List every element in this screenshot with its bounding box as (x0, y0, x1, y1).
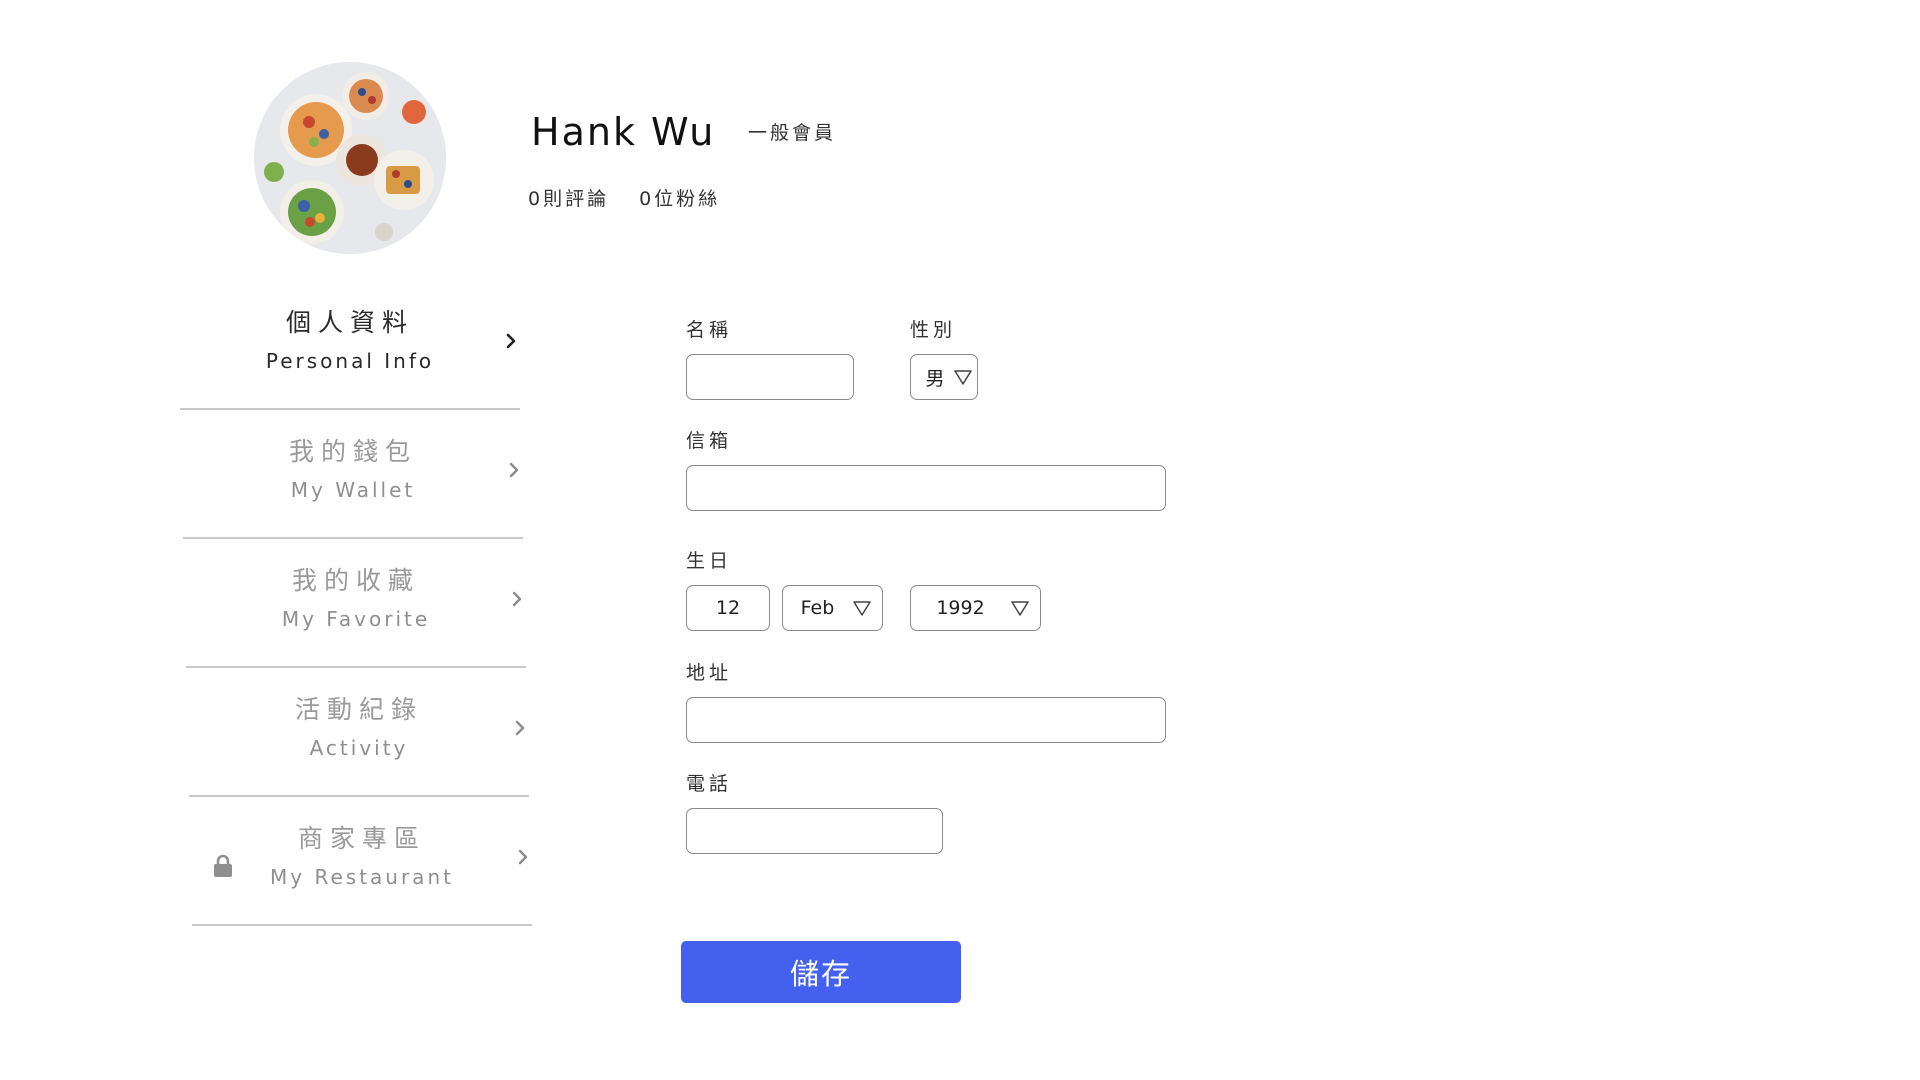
sidebar-item-label: 活動紀錄 (294, 695, 423, 724)
sidebar-item-label: 個人資料 (285, 308, 414, 337)
member-level-badge: 一般會員 (748, 122, 837, 144)
sidebar-item-sublabel: My Wallet (290, 478, 416, 502)
follower-count[interactable]: 0位粉絲 (639, 186, 720, 212)
sidebar-item-sublabel: My Restaurant (270, 865, 454, 889)
sidebar-item-sublabel: Personal Info (265, 349, 435, 373)
sidebar-item-sublabel: My Favorite (281, 607, 431, 631)
sidebar-item-label: 商家專區 (297, 824, 426, 853)
sidebar-item-my-restaurant[interactable]: 商家專區 My Restaurant (192, 796, 532, 926)
email-label: 信箱 (686, 430, 733, 452)
triangle-down-icon (1011, 601, 1029, 616)
triangle-down-icon (954, 370, 972, 385)
sidebar-item-personal-info[interactable]: 個人資料 Personal Info (180, 280, 520, 410)
sidebar-item-my-favorite[interactable]: 我的收藏 My Favorite (186, 538, 526, 668)
gender-select[interactable]: 男 (910, 354, 978, 400)
sidebar-item-sublabel: Activity (309, 736, 409, 760)
profile-stats: 0則評論 0位粉絲 (528, 186, 720, 212)
birthday-label: 生日 (686, 550, 733, 572)
sidebar-item-my-wallet[interactable]: 我的錢包 My Wallet (183, 409, 523, 539)
email-input[interactable] (686, 465, 1166, 511)
birthday-month-value: Feb (800, 597, 835, 619)
chevron-right-icon (512, 591, 522, 607)
name-label: 名稱 (686, 319, 733, 341)
birthday-month-select[interactable]: Feb (782, 585, 883, 631)
chevron-right-icon (515, 720, 525, 736)
avatar (254, 62, 446, 254)
address-label: 地址 (686, 662, 733, 684)
name-input[interactable] (686, 354, 854, 400)
birthday-year-select[interactable]: 1992 (910, 585, 1041, 631)
phone-label: 電話 (686, 773, 733, 795)
triangle-down-icon (853, 601, 871, 616)
birthday-day-input[interactable]: 12 (686, 585, 770, 631)
gender-label: 性別 (910, 319, 957, 341)
birthday-year-value: 1992 (936, 597, 985, 619)
profile-page: Hank Wu 一般會員 0則評論 0位粉絲 個人資料 Personal Inf… (0, 0, 1920, 1080)
chevron-right-icon (506, 333, 516, 349)
review-count[interactable]: 0則評論 (528, 186, 609, 212)
chevron-right-icon (518, 849, 528, 865)
gender-value: 男 (925, 367, 945, 390)
phone-input[interactable] (686, 808, 943, 854)
sidebar-item-label: 我的錢包 (288, 437, 417, 466)
save-button[interactable]: 儲存 (681, 941, 961, 1003)
chevron-right-icon (509, 462, 519, 478)
user-name: Hank Wu (531, 110, 716, 154)
sidebar-item-activity[interactable]: 活動紀錄 Activity (189, 667, 529, 797)
avatar-food-image (254, 62, 446, 254)
birthday-day-value: 12 (715, 597, 741, 619)
address-input[interactable] (686, 697, 1166, 743)
sidebar-item-label: 我的收藏 (291, 566, 420, 595)
